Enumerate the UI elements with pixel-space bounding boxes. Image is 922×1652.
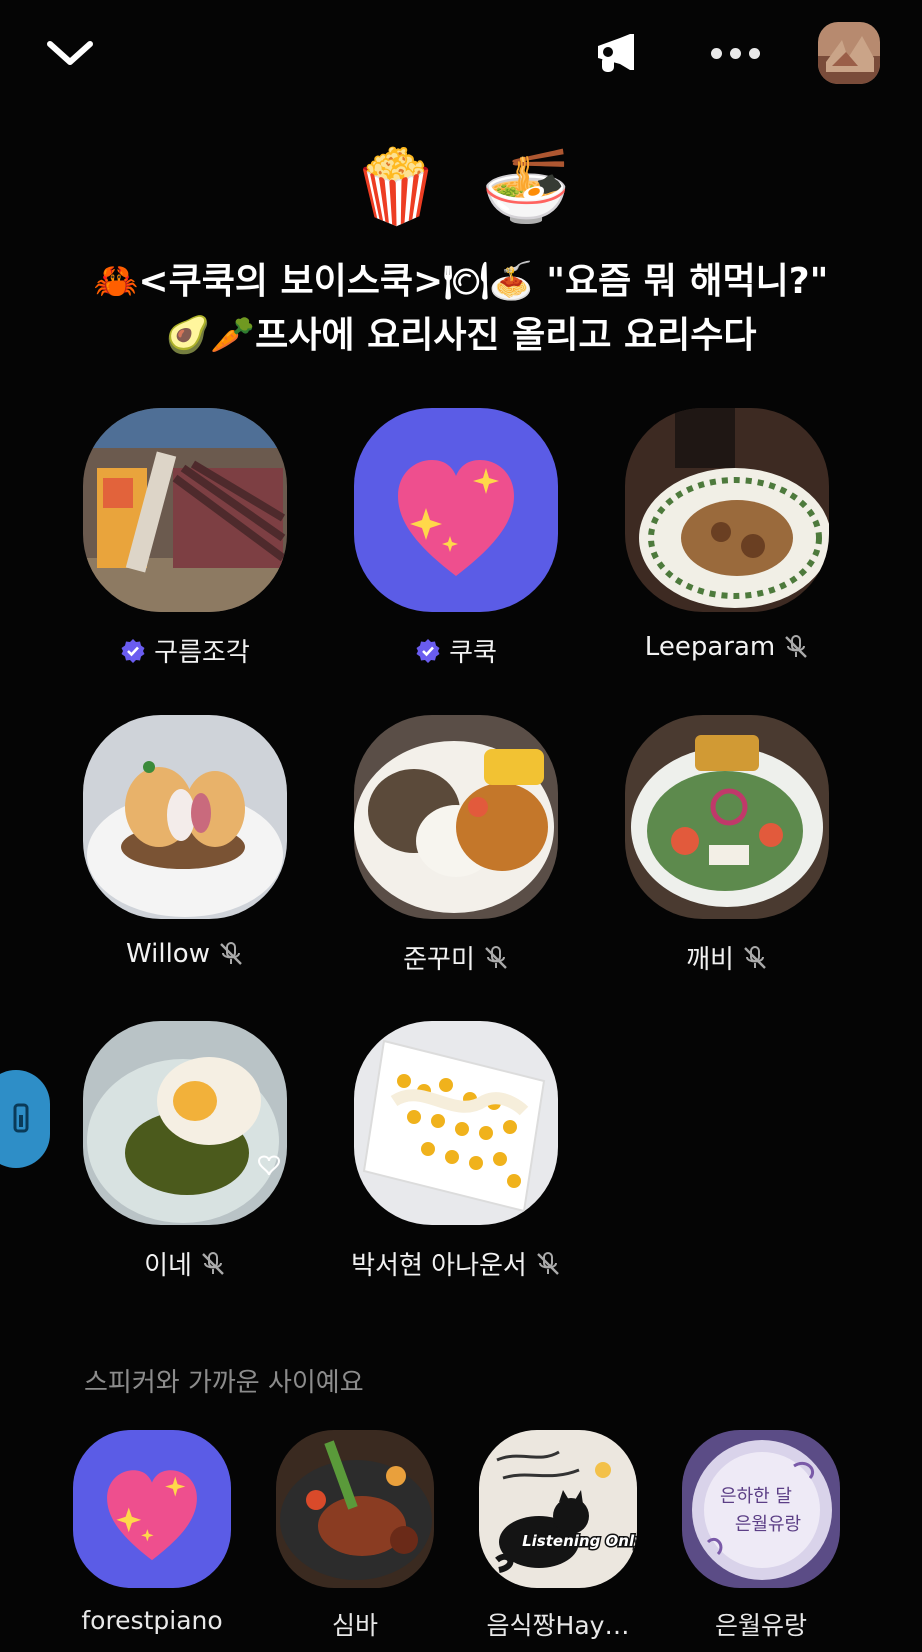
speaker-tile[interactable]: 준꾸미 bbox=[321, 715, 591, 976]
more-dots-icon[interactable] bbox=[700, 30, 770, 76]
moon-image-text-1: 은하한 달 bbox=[720, 1486, 792, 1507]
speaker-name-row: Leeparam bbox=[592, 632, 862, 662]
moon-image-text-2: 은월유랑 bbox=[735, 1514, 801, 1535]
speaker-tile[interactable]: 쿠쿡 bbox=[321, 408, 591, 669]
sparkling-heart-icon bbox=[107, 1470, 197, 1561]
listener-avatar bbox=[73, 1430, 231, 1588]
speaker-avatar bbox=[625, 715, 829, 919]
mic-muted-icon bbox=[742, 945, 768, 971]
listener-avatar bbox=[276, 1430, 434, 1588]
speaker-avatar bbox=[83, 408, 287, 612]
speaker-tile[interactable]: Willow bbox=[50, 715, 320, 969]
speaker-tile[interactable]: 깨비 bbox=[592, 715, 862, 976]
dot bbox=[729, 47, 741, 59]
megaphone-icon[interactable] bbox=[586, 26, 646, 82]
listener-tile[interactable]: 은하한 달 은월유랑 은월유랑 bbox=[661, 1430, 861, 1642]
speaker-name: 이네 bbox=[144, 1251, 192, 1281]
speaker-avatar bbox=[83, 715, 287, 919]
dot bbox=[710, 47, 722, 59]
speaker-name-row: 박서현 아나운서 bbox=[321, 1245, 591, 1282]
room-title-line-2: 🥑🥕프사에 요리사진 올리고 요리수다 bbox=[165, 315, 757, 356]
speaker-avatar bbox=[83, 1021, 287, 1225]
speaker-name: 깨비 bbox=[686, 945, 734, 975]
room-title-line-1: 🦀<쿠쿡의 보이스쿡>🍽🍝 "요즘 뭐 해먹니?" bbox=[93, 261, 829, 302]
speaker-name-row: 준꾸미 bbox=[321, 939, 591, 976]
speaker-tile[interactable]: 이네 bbox=[50, 1021, 320, 1282]
speaker-name-row: Willow bbox=[50, 939, 320, 969]
popcorn-emoji: 🍿 bbox=[351, 144, 441, 228]
listener-avatar: Listening Only bbox=[479, 1430, 637, 1588]
verified-badge-icon bbox=[120, 638, 146, 664]
speaker-tile[interactable]: 구름조각 bbox=[50, 408, 320, 669]
speaker-name-row: 깨비 bbox=[592, 939, 862, 976]
speaker-name-row: 구름조각 bbox=[50, 632, 320, 669]
mic-muted-icon bbox=[200, 1251, 226, 1277]
mic-muted-icon bbox=[535, 1251, 561, 1277]
listener-name: forestpiano bbox=[81, 1606, 223, 1635]
mic-muted-icon bbox=[783, 634, 809, 660]
mic-icon bbox=[13, 1103, 29, 1133]
speaker-name: 박서현 아나운서 bbox=[351, 1251, 527, 1281]
listener-name: 심바 bbox=[331, 1611, 378, 1640]
speaker-name-row: 이네 bbox=[50, 1245, 320, 1282]
sparkling-heart-icon bbox=[398, 460, 514, 576]
listener-tile[interactable]: 심바 bbox=[255, 1430, 455, 1642]
side-panel-tab[interactable] bbox=[0, 1070, 50, 1168]
verified-badge-icon bbox=[415, 638, 441, 664]
speaker-name: Leeparam bbox=[644, 632, 776, 662]
section-label-near-speakers: 스피커와 가까운 사이예요 bbox=[84, 1368, 364, 1398]
mic-muted-icon bbox=[483, 945, 509, 971]
top-bar bbox=[0, 0, 922, 110]
noodle-emoji: 🍜 bbox=[481, 144, 571, 228]
listener-tile[interactable]: forestpiano bbox=[52, 1430, 252, 1635]
speaker-name: 쿠쿡 bbox=[449, 638, 497, 668]
dot bbox=[748, 47, 760, 59]
speaker-name-row: 쿠쿡 bbox=[321, 632, 591, 669]
speaker-tile[interactable]: 박서현 아나운서 bbox=[321, 1021, 591, 1282]
listener-name: 은월유랑 bbox=[714, 1611, 807, 1640]
chevron-down-icon[interactable] bbox=[38, 30, 102, 76]
speaker-avatar bbox=[354, 1021, 558, 1225]
speaker-name: 구름조각 bbox=[154, 638, 250, 668]
speaker-avatar bbox=[625, 408, 829, 612]
speaker-tile[interactable]: Leeparam bbox=[592, 408, 862, 662]
my-avatar[interactable] bbox=[818, 22, 880, 84]
room-emoji-row: 🍿 🍜 bbox=[0, 150, 922, 222]
listening-only-text: Listening Only bbox=[522, 1532, 637, 1550]
speaker-name: 준꾸미 bbox=[403, 945, 475, 975]
speaker-avatar bbox=[354, 408, 558, 612]
speaker-name: Willow bbox=[126, 939, 210, 969]
speaker-avatar bbox=[354, 715, 558, 919]
listener-name: 음식짱Hay… bbox=[486, 1611, 630, 1640]
mic-muted-icon bbox=[218, 941, 244, 967]
listener-avatar: 은하한 달 은월유랑 bbox=[682, 1430, 840, 1588]
listener-tile[interactable]: Listening Only 음식짱Hay… bbox=[458, 1430, 658, 1642]
